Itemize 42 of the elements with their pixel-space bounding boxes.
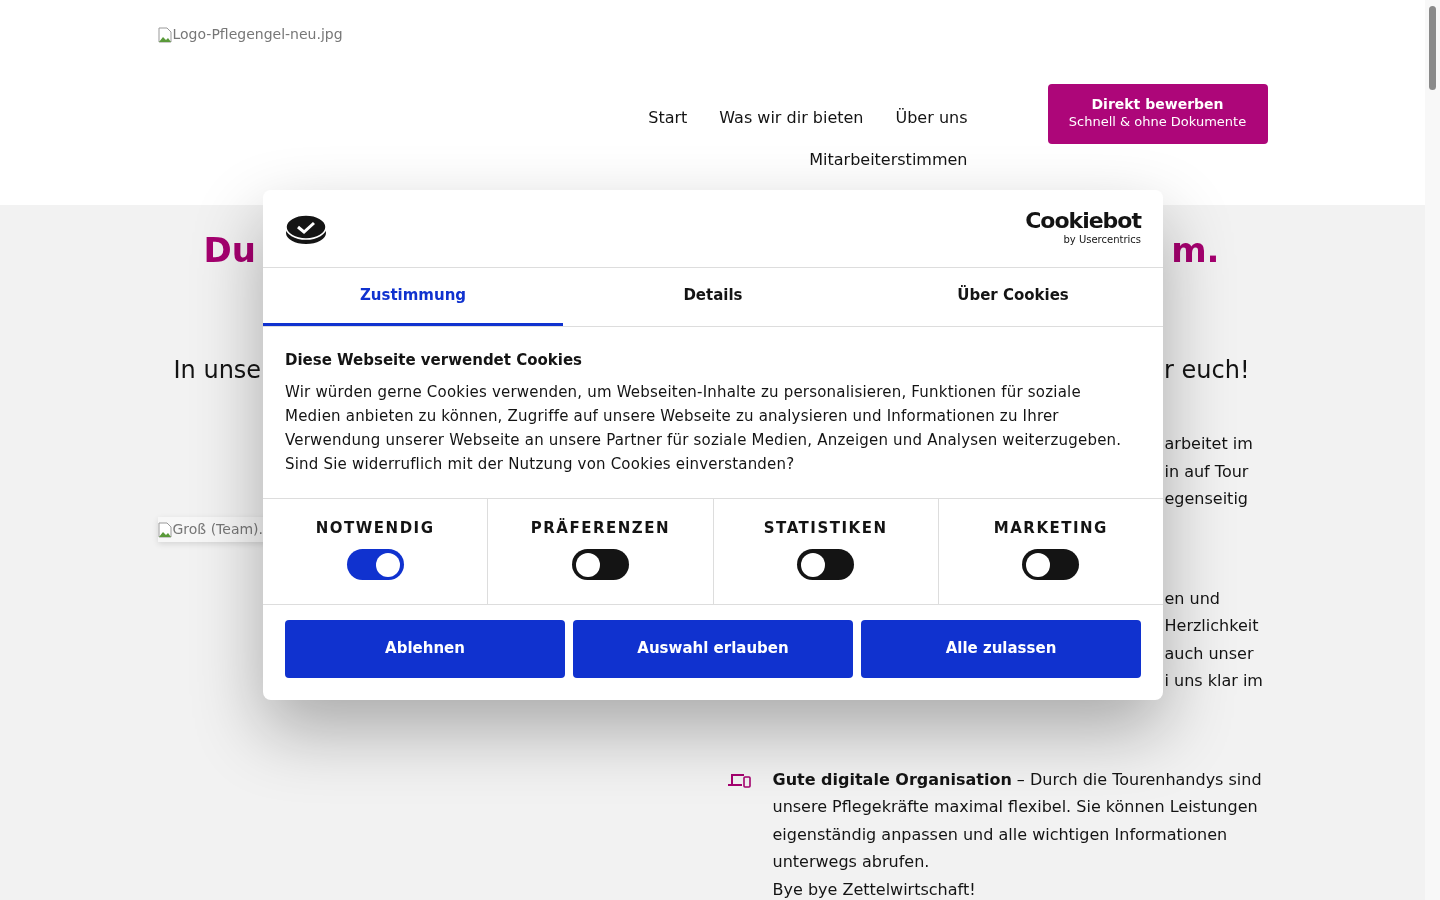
- cookie-check-icon: [285, 212, 327, 245]
- category-label: PRÄFERENZEN: [529, 517, 671, 539]
- toggle-switch[interactable]: [571, 549, 629, 580]
- paragraph-text: auch unser: [1164, 642, 1254, 665]
- devices-icon: [727, 771, 751, 788]
- feature-note: Bye bye Zettelwirtschaft!: [772, 878, 977, 900]
- paragraph-text: i uns klar im: [1164, 670, 1263, 692]
- heading-text: Du: [203, 229, 256, 272]
- paragraph-text: egenseitig: [1164, 488, 1248, 510]
- dialog-tab[interactable]: Über Cookies: [863, 268, 1163, 326]
- consent-button[interactable]: Auswahl erlauben: [573, 619, 853, 678]
- brand-wordmark: Cookiebot: [1025, 210, 1141, 232]
- scrollbar[interactable]: [1425, 0, 1440, 900]
- nav-link[interactable]: Mitarbeiterstimmen: [809, 145, 968, 174]
- consent-button[interactable]: Ablehnen: [285, 619, 565, 678]
- toggle-switch[interactable]: [797, 549, 855, 580]
- consent-button[interactable]: Alle zulassen: [861, 619, 1141, 678]
- paragraph-text: arbeitet im: [1164, 433, 1253, 455]
- dialog-text: Wir würden gerne Cookies verwenden, um Webseiten-Inhalte zu personalisieren, Funktionen für soziale Medien anbieten zu können, Zugriffe auf unsere Webseite zu analysieren und Informationen zu Ihrer Verwendung unserer Webseite an unsere Partner für soziale Medien, Anzeigen und Analysen weiterzugeben. Sind Sie widerruflich mit der Nutzung von Cookies einverstanden?: [285, 381, 1123, 475]
- toggle-switch[interactable]: [1022, 549, 1080, 580]
- apply-button[interactable]: Direkt bewerben Schnell & ohne Dokumente: [1047, 83, 1268, 144]
- intro-text: r euch!: [1164, 355, 1250, 386]
- paragraph-text: en und: [1164, 587, 1220, 610]
- heading-text: m.: [1171, 229, 1220, 272]
- nav-link[interactable]: Start: [648, 103, 688, 132]
- category-label: STATISTIKEN: [762, 517, 889, 539]
- intro-text: In unse: [173, 355, 262, 386]
- paragraph-text: in auf Tour: [1164, 460, 1249, 483]
- paragraph-text: Herzlichkeit: [1164, 615, 1259, 637]
- broken-image-icon: [157, 26, 172, 43]
- category-label: NOTWENDIG: [314, 517, 436, 539]
- dialog-tab[interactable]: Zustimmung: [263, 268, 563, 326]
- brand-tagline: by Usercentrics: [1062, 233, 1141, 247]
- dialog-tab[interactable]: Details: [563, 268, 863, 326]
- nav-link[interactable]: Über uns: [895, 103, 968, 132]
- dialog-title: Diese Webseite verwendet Cookies: [285, 350, 584, 371]
- feature-text: Gute digitale Organisation – Durch die Tourenhandys sind unsere Pflegekräfte maximal flexibel. Sie können Leistungen eigenständig anpassen und alle wichtigen Informationen unterwegs abrufen.: [772, 768, 1263, 873]
- image-alt-text: Logo-Pflegengel-neu.jpg: [157, 24, 343, 45]
- toggle-switch[interactable]: [346, 549, 404, 580]
- nav-link[interactable]: Was wir dir bieten: [719, 103, 864, 132]
- broken-image-icon: [157, 521, 172, 538]
- category-label: MARKETING: [992, 517, 1109, 539]
